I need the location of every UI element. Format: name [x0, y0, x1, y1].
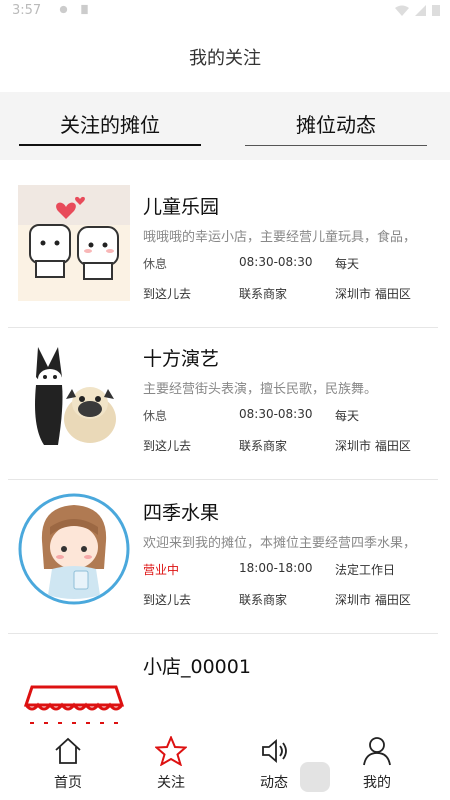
home-icon	[55, 737, 81, 764]
shop-status: 营业中	[143, 563, 180, 577]
shop-name: 十方演艺	[143, 348, 220, 370]
shop-description: 主要经营街头表演，擅长民歌，民族舞。	[143, 382, 378, 397]
wifi-icon	[395, 5, 409, 16]
contact-merchant-link[interactable]: 联系商家	[239, 591, 287, 608]
nav-follow-label: 关注	[157, 775, 185, 791]
watermark-logo-icon	[300, 762, 330, 792]
girl-avatar-image	[18, 491, 130, 607]
go-here-link[interactable]: 到这儿去	[143, 591, 191, 608]
shop-name: 儿童乐园	[143, 196, 220, 218]
shop-item[interactable]: 四季水果 欢迎来到我的摊位，本摊位主要经营四季水果， 营业中 18:00-18:…	[0, 482, 450, 634]
go-here-link[interactable]: 到这儿去	[143, 437, 191, 454]
cute-cartoon-couple-image	[18, 185, 130, 301]
shop-awning-image	[18, 645, 130, 728]
divider	[8, 633, 438, 634]
shop-image	[18, 337, 130, 453]
contact-merchant-link[interactable]: 联系商家	[239, 285, 287, 302]
shop-hours: 08:30-08:30	[239, 407, 313, 421]
tab-stall-updates[interactable]: 摊位动态	[245, 106, 427, 146]
nav-updates-label: 动态	[260, 775, 288, 791]
shop-item[interactable]: 儿童乐园 哦哦哦的幸运小店，主要经营儿童玩具，食品， 休息 08:30-08:3…	[0, 176, 450, 328]
nav-updates[interactable]: 动态	[244, 736, 304, 792]
shop-location: 深圳市 福田区	[335, 593, 411, 607]
divider	[8, 479, 438, 480]
shop-status: 休息	[143, 257, 168, 271]
status-time: 3:57	[12, 3, 42, 18]
shop-item[interactable]: 十方演艺 主要经营街头表演，擅长民歌，民族舞。 休息 08:30-08:30 每…	[0, 328, 450, 480]
shop-hours: 18:00-18:00	[239, 561, 313, 575]
shop-days: 每天	[335, 257, 360, 271]
page-title-text: 我的关注	[189, 48, 261, 69]
shop-location: 深圳市 福田区	[335, 287, 411, 301]
shop-description: 哦哦哦的幸运小店，主要经营儿童玩具，食品，	[143, 230, 417, 245]
nav-home-label: 首页	[54, 775, 82, 791]
shop-item[interactable]: 小店_00001	[0, 636, 450, 728]
shop-name: 四季水果	[143, 502, 220, 524]
speaker-icon	[262, 739, 287, 763]
nav-mine[interactable]: 我的	[347, 736, 407, 792]
shop-status: 休息	[143, 409, 168, 423]
shop-hours: 08:30-08:30	[239, 255, 313, 269]
signal-icon	[415, 4, 426, 16]
shop-days: 每天	[335, 409, 360, 423]
go-here-link[interactable]: 到这儿去	[143, 285, 191, 302]
tab-followed-stalls[interactable]: 关注的摊位	[19, 106, 201, 146]
star-icon	[155, 736, 187, 766]
shop-description: 欢迎来到我的摊位，本摊位主要经营四季水果，	[143, 536, 417, 551]
shop-name: 小店_00001	[143, 656, 251, 678]
shop-location: 深圳市 福田区	[335, 439, 411, 453]
dogs-cartoon-image	[18, 337, 130, 453]
contact-merchant-link[interactable]: 联系商家	[239, 437, 287, 454]
battery-level-icon	[432, 5, 440, 16]
shop-image	[18, 491, 130, 607]
settings-icon	[59, 5, 68, 14]
shop-image	[18, 645, 130, 728]
user-icon	[363, 737, 391, 766]
shop-image	[18, 185, 130, 301]
shop-days: 法定工作日	[335, 563, 396, 577]
nav-follow[interactable]: 关注	[141, 736, 201, 792]
nav-mine-label: 我的	[363, 775, 391, 791]
tab-bar: 关注的摊位 摊位动态	[0, 92, 450, 160]
bottom-nav: 首页 关注 动态 我的	[0, 728, 450, 800]
status-bar: 3:57	[0, 0, 450, 22]
nav-home[interactable]: 首页	[38, 736, 98, 792]
battery-icon	[81, 4, 88, 15]
page-title: 我的关注	[0, 22, 450, 92]
